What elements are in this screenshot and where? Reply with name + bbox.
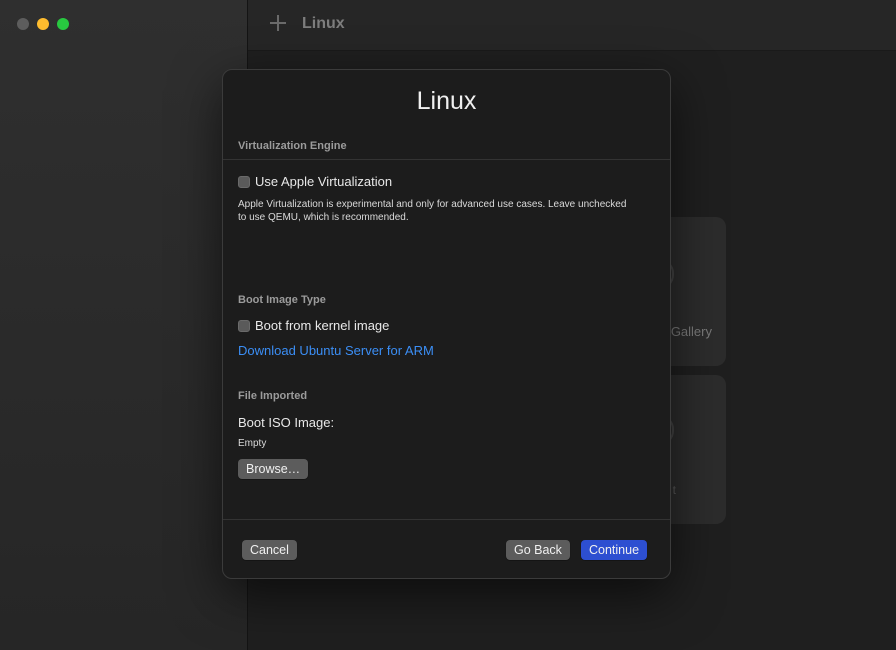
gallery-card-label: Gallery [670,324,712,339]
kernel-image-label: Boot from kernel image [255,318,390,333]
continue-button[interactable]: Continue [581,540,648,560]
virtualization-engine-heading: Virtualization Engine [238,140,347,152]
cancel-button[interactable]: Cancel [242,540,297,560]
kernel-image-checkbox[interactable] [238,319,250,332]
secondary-card-label: t [672,483,676,497]
plus-icon[interactable] [268,13,288,33]
browse-button[interactable]: Browse… [238,459,309,479]
section-divider [223,159,670,160]
sidebar [0,0,248,650]
window-controls [17,18,69,30]
kernel-image-row[interactable]: Boot from kernel image [238,318,389,333]
apple-virtualization-row[interactable]: Use Apple Virtualization [238,174,392,189]
apple-virtualization-checkbox[interactable] [238,175,250,188]
file-imported-heading: File Imported [238,390,308,402]
boot-iso-label: Boot ISO Image: [238,415,335,430]
toolbar [248,0,896,51]
boot-image-type-heading: Boot Image Type [238,294,326,306]
footer-divider [223,519,670,520]
download-ubuntu-link[interactable]: Download Ubuntu Server for ARM [238,343,434,358]
window-title: Linux [302,15,345,32]
close-window-button[interactable] [17,18,29,30]
virtualization-description: Apple Virtualization is experimental and… [238,199,627,223]
boot-iso-value: Empty [238,438,267,449]
minimize-window-button[interactable] [37,18,49,30]
go-back-button[interactable]: Go Back [506,540,570,560]
zoom-window-button[interactable] [57,18,69,30]
apple-virtualization-label: Use Apple Virtualization [255,174,393,189]
linux-setup-dialog: Linux Virtualization Engine Use Apple Vi… [222,69,671,579]
dialog-title: Linux [416,87,477,115]
